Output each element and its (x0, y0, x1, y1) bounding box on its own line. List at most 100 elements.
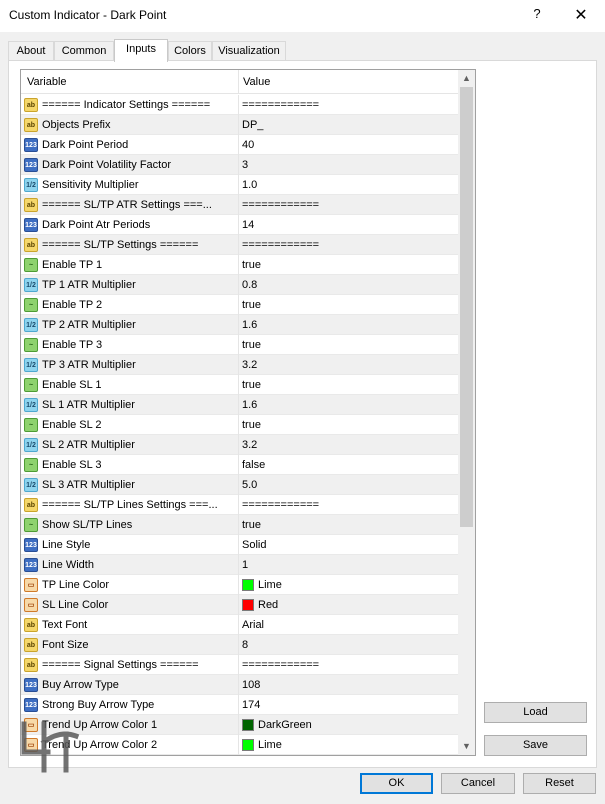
table-row[interactable]: ab ====== Signal Settings ====== =========… (21, 655, 458, 675)
value-cell[interactable]: 14 (242, 219, 254, 231)
table-row[interactable]: ~ Show SL/TP Lines true (21, 515, 458, 535)
value-cell[interactable]: 0.8 (242, 279, 257, 291)
value-cell[interactable]: false (242, 459, 265, 471)
variable-cell: TP Line Color (42, 579, 110, 591)
table-row[interactable]: 1/2 TP 3 ATR Multiplier 3.2 (21, 355, 458, 375)
value-cell[interactable]: 3 (242, 159, 248, 171)
table-row[interactable]: 123 Line Style Solid (21, 535, 458, 555)
table-row[interactable]: ~ Enable TP 1 true (21, 255, 458, 275)
vertical-scrollbar[interactable]: ▲ ▼ (458, 70, 475, 755)
bool-type-icon: ~ (24, 418, 38, 432)
variable-column-header[interactable]: Variable (27, 76, 67, 88)
close-icon[interactable]: ✕ (572, 5, 590, 24)
table-row[interactable]: ~ Enable SL 3 false (21, 455, 458, 475)
value-cell[interactable]: true (242, 519, 261, 531)
color-swatch[interactable] (242, 719, 254, 731)
tab-visualization[interactable]: Visualization (212, 41, 286, 61)
cancel-button[interactable]: Cancel (441, 773, 515, 794)
tab-colors[interactable]: Colors (168, 41, 212, 61)
tab-common[interactable]: Common (54, 41, 114, 61)
table-row[interactable]: ▭ SL Line Color Red (21, 595, 458, 615)
value-cell[interactable]: DP_ (242, 119, 263, 131)
value-cell[interactable]: 1.0 (242, 179, 257, 191)
value-cell[interactable]: 3.2 (242, 439, 257, 451)
table-row[interactable]: 1/2 SL 1 ATR Multiplier 1.6 (21, 395, 458, 415)
table-row[interactable]: 1/2 TP 1 ATR Multiplier 0.8 (21, 275, 458, 295)
scroll-thumb[interactable] (460, 87, 473, 527)
value-cell[interactable]: 108 (242, 679, 260, 691)
int-type-icon: 123 (24, 678, 38, 692)
table-row[interactable]: ~ Enable TP 2 true (21, 295, 458, 315)
cell-divider (238, 255, 239, 275)
color-swatch[interactable] (242, 599, 254, 611)
value-cell[interactable]: DarkGreen (258, 719, 312, 731)
table-row[interactable]: 123 Buy Arrow Type 108 (21, 675, 458, 695)
table-row[interactable]: 123 Dark Point Volatility Factor 3 (21, 155, 458, 175)
color-swatch[interactable] (242, 739, 254, 751)
value-cell[interactable]: 174 (242, 699, 260, 711)
value-cell[interactable]: Lime (258, 739, 282, 751)
table-row[interactable]: ab Objects Prefix DP_ (21, 115, 458, 135)
cell-divider (238, 375, 239, 395)
ok-button[interactable]: OK (360, 773, 433, 794)
column-divider[interactable] (238, 70, 239, 94)
value-cell[interactable]: Arial (242, 619, 264, 631)
window-title: Custom Indicator - Dark Point (9, 8, 167, 22)
value-cell[interactable]: 1.6 (242, 319, 257, 331)
table-row[interactable]: 1/2 TP 2 ATR Multiplier 1.6 (21, 315, 458, 335)
table-row[interactable]: ▭ Trend Up Arrow Color 1 DarkGreen (21, 715, 458, 735)
table-row[interactable]: ab ====== SL/TP Lines Settings ===... ====… (21, 495, 458, 515)
cell-divider (238, 355, 239, 375)
table-row[interactable]: ~ Enable SL 1 true (21, 375, 458, 395)
table-row[interactable]: ▭ Trend Up Arrow Color 2 Lime (21, 735, 458, 755)
string-type-icon: ab (24, 118, 38, 132)
tab-about[interactable]: About (8, 41, 54, 61)
value-cell[interactable]: 5.0 (242, 479, 257, 491)
help-icon[interactable]: ? (528, 6, 546, 24)
value-cell[interactable]: 40 (242, 139, 254, 151)
value-cell[interactable]: true (242, 419, 261, 431)
value-cell[interactable]: Red (258, 599, 278, 611)
table-row[interactable]: 123 Dark Point Atr Periods 14 (21, 215, 458, 235)
scroll-down-icon[interactable]: ▼ (458, 738, 475, 755)
value-cell[interactable]: 1.6 (242, 399, 257, 411)
table-row[interactable]: 1/2 Sensitivity Multiplier 1.0 (21, 175, 458, 195)
reset-button[interactable]: Reset (523, 773, 596, 794)
value-cell[interactable]: ============ (242, 499, 319, 511)
tab-inputs[interactable]: Inputs (114, 39, 168, 62)
load-button[interactable]: Load (484, 702, 587, 723)
table-row[interactable]: ▭ TP Line Color Lime (21, 575, 458, 595)
table-row[interactable]: 1/2 SL 3 ATR Multiplier 5.0 (21, 475, 458, 495)
value-cell[interactable]: Lime (258, 579, 282, 591)
table-row[interactable]: 123 Line Width 1 (21, 555, 458, 575)
table-row[interactable]: 123 Strong Buy Arrow Type 174 (21, 695, 458, 715)
value-cell[interactable]: Solid (242, 539, 266, 551)
value-cell[interactable]: true (242, 259, 261, 271)
table-row[interactable]: ab ====== SL/TP ATR Settings ===... ======… (21, 195, 458, 215)
scroll-up-icon[interactable]: ▲ (458, 70, 475, 87)
int-type-icon: 123 (24, 558, 38, 572)
value-cell[interactable]: true (242, 339, 261, 351)
value-cell[interactable]: 8 (242, 639, 248, 651)
value-cell[interactable]: 1 (242, 559, 248, 571)
table-row[interactable]: 123 Dark Point Period 40 (21, 135, 458, 155)
cell-divider (238, 175, 239, 195)
watermark-logo-icon (21, 721, 80, 773)
table-row[interactable]: ab ====== Indicator Settings ====== ======… (21, 95, 458, 115)
table-row[interactable]: ~ Enable TP 3 true (21, 335, 458, 355)
value-cell[interactable]: true (242, 379, 261, 391)
value-column-header[interactable]: Value (243, 76, 270, 88)
color-swatch[interactable] (242, 579, 254, 591)
table-row[interactable]: 1/2 SL 2 ATR Multiplier 3.2 (21, 435, 458, 455)
table-row[interactable]: ~ Enable SL 2 true (21, 415, 458, 435)
value-cell[interactable]: ============ (242, 659, 319, 671)
table-row[interactable]: ab Font Size 8 (21, 635, 458, 655)
save-button[interactable]: Save (484, 735, 587, 756)
value-cell[interactable]: true (242, 299, 261, 311)
table-row[interactable]: ab ====== SL/TP Settings ====== ==========… (21, 235, 458, 255)
value-cell[interactable]: ============ (242, 99, 319, 111)
value-cell[interactable]: ============ (242, 239, 319, 251)
value-cell[interactable]: 3.2 (242, 359, 257, 371)
table-row[interactable]: ab Text Font Arial (21, 615, 458, 635)
value-cell[interactable]: ============ (242, 199, 319, 211)
